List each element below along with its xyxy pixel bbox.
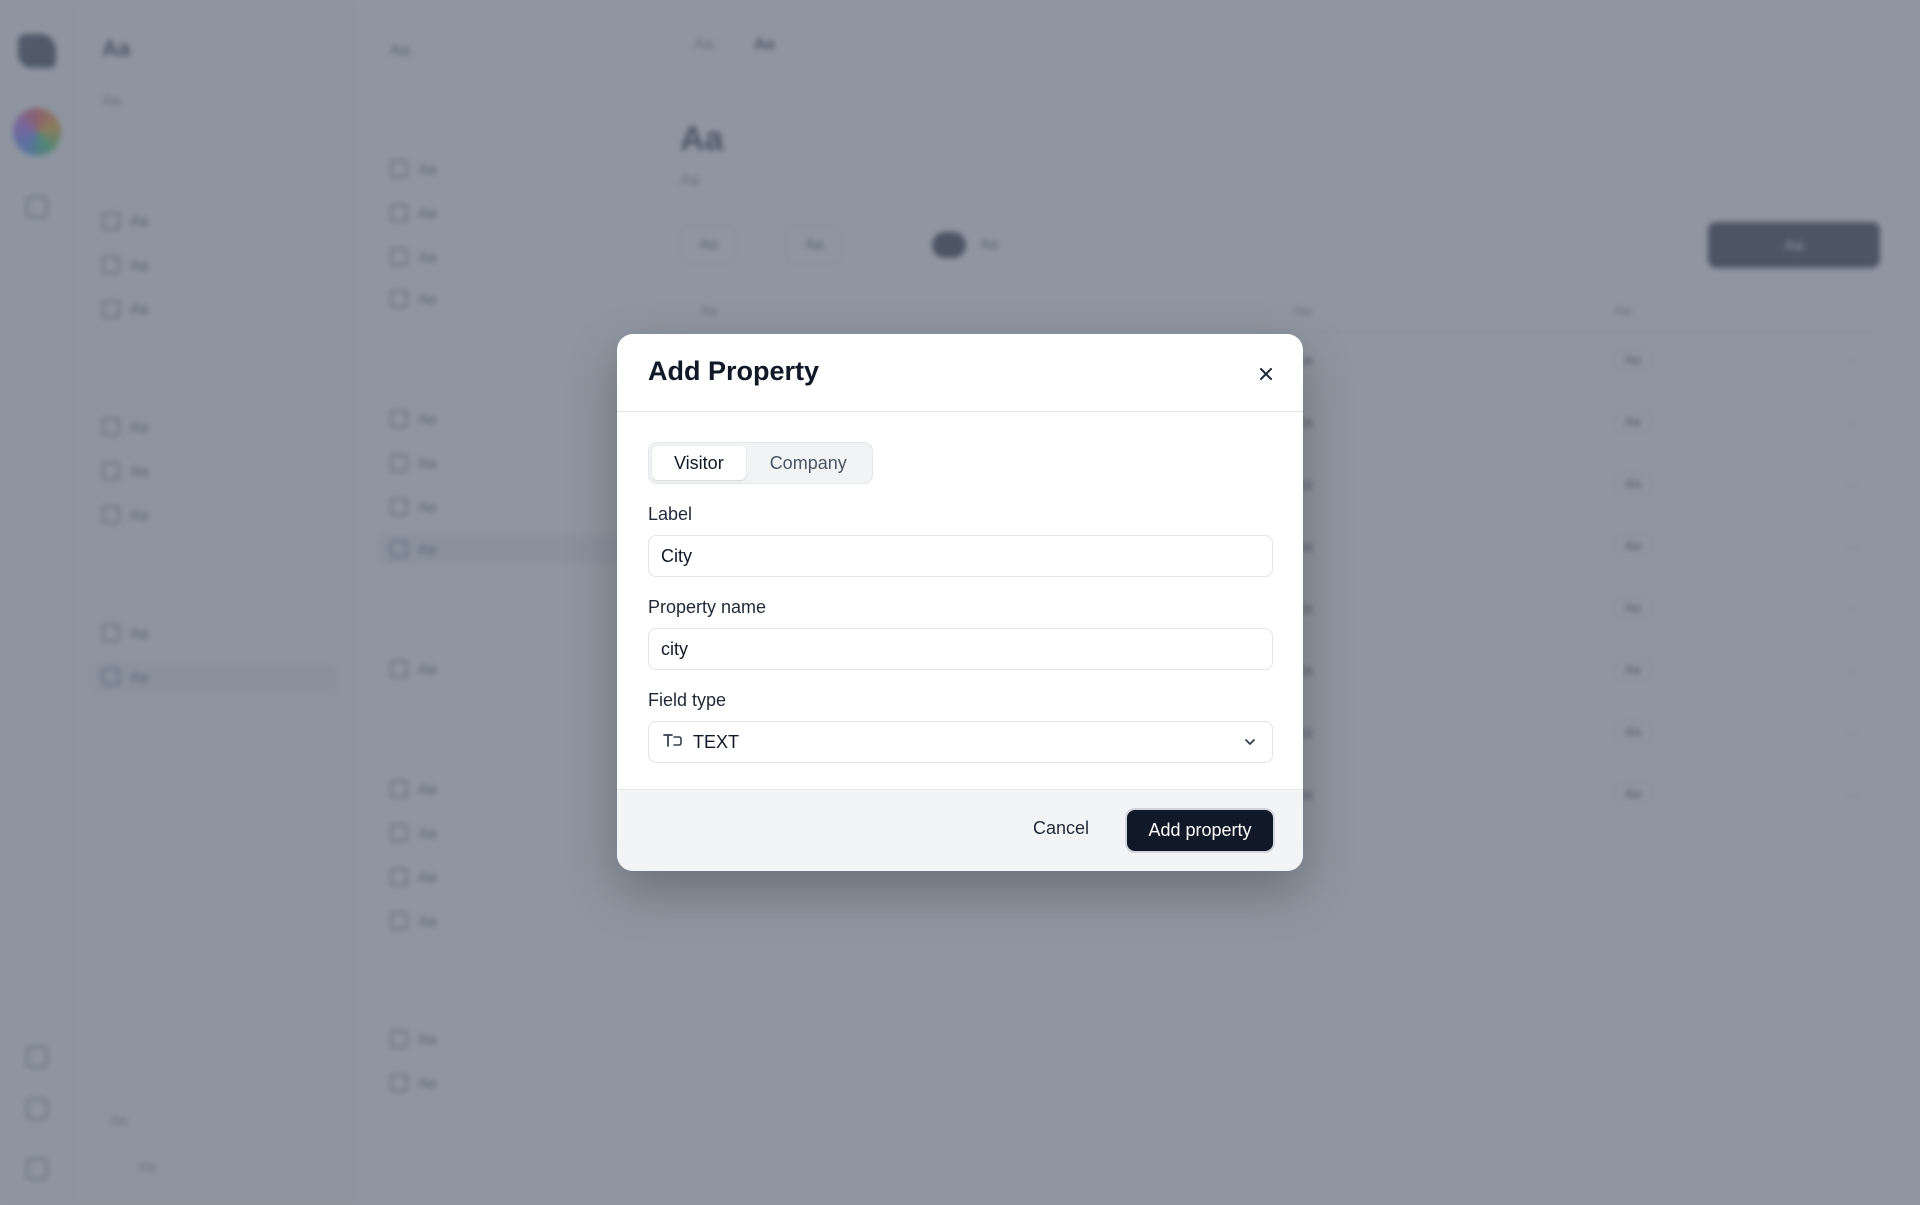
dialog-title: Add Property <box>648 356 820 386</box>
field-type-label: Field type <box>648 690 727 710</box>
tab-visitor[interactable]: Visitor <box>652 446 746 480</box>
property-name-input[interactable] <box>648 628 1273 670</box>
label-input[interactable] <box>648 535 1273 577</box>
field-type-select[interactable]: TEXT <box>648 721 1273 763</box>
dialog-header: Add Property <box>617 334 1303 412</box>
dialog-footer: Cancel Add property <box>617 789 1303 871</box>
cancel-button[interactable]: Cancel <box>1023 812 1099 845</box>
text-type-icon <box>661 731 683 754</box>
chevron-down-icon <box>1242 734 1258 755</box>
property-name-field-label: Property name <box>648 597 767 617</box>
entity-type-tabs: Visitor Company <box>648 442 873 484</box>
field-type-value: TEXT <box>693 731 740 752</box>
label-field-label: Label <box>648 504 693 524</box>
close-icon[interactable] <box>1253 361 1279 387</box>
add-property-dialog: Add Property Visitor Company Label Prope… <box>617 334 1303 871</box>
dialog-body: Visitor Company Label Property name Fiel… <box>648 442 1273 763</box>
add-property-button[interactable]: Add property <box>1127 810 1273 851</box>
tab-company[interactable]: Company <box>748 446 869 480</box>
